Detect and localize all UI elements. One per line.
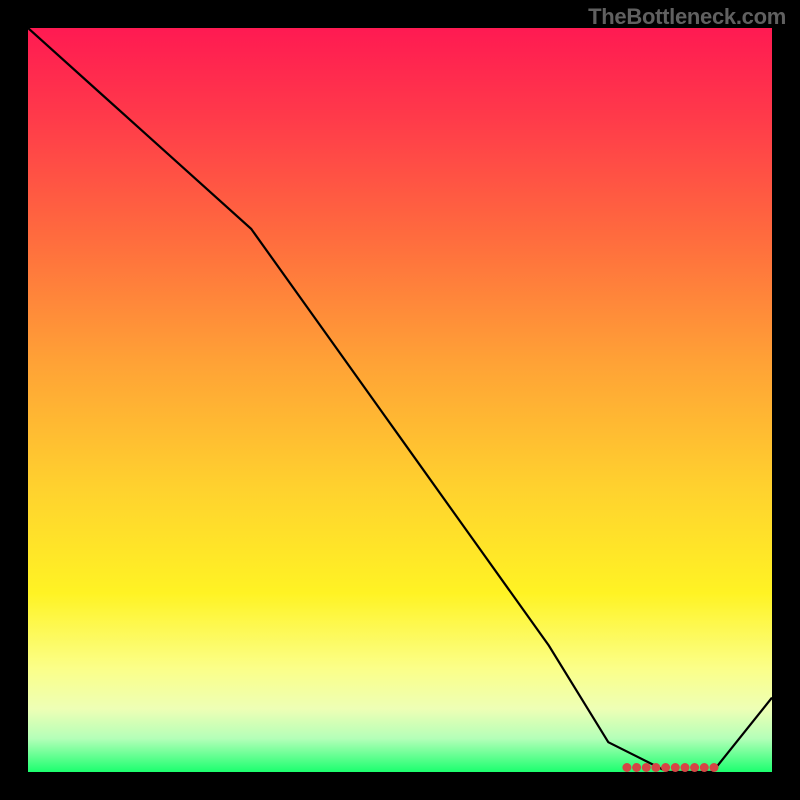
watermark-text: TheBottleneck.com bbox=[588, 4, 786, 30]
marker-dot bbox=[690, 763, 699, 772]
marker-dot bbox=[661, 763, 670, 772]
marker-dot bbox=[710, 763, 719, 772]
marker-dot bbox=[700, 763, 709, 772]
marker-dot bbox=[632, 763, 641, 772]
marker-dot bbox=[642, 763, 651, 772]
marker-dot bbox=[651, 763, 660, 772]
marker-dot bbox=[681, 763, 690, 772]
marker-dot bbox=[622, 763, 631, 772]
main-line bbox=[28, 28, 772, 772]
marker-dot bbox=[671, 763, 680, 772]
plot-area bbox=[28, 28, 772, 772]
marker-cluster bbox=[622, 763, 718, 772]
line-svg bbox=[28, 28, 772, 772]
chart-frame: TheBottleneck.com bbox=[0, 0, 800, 800]
